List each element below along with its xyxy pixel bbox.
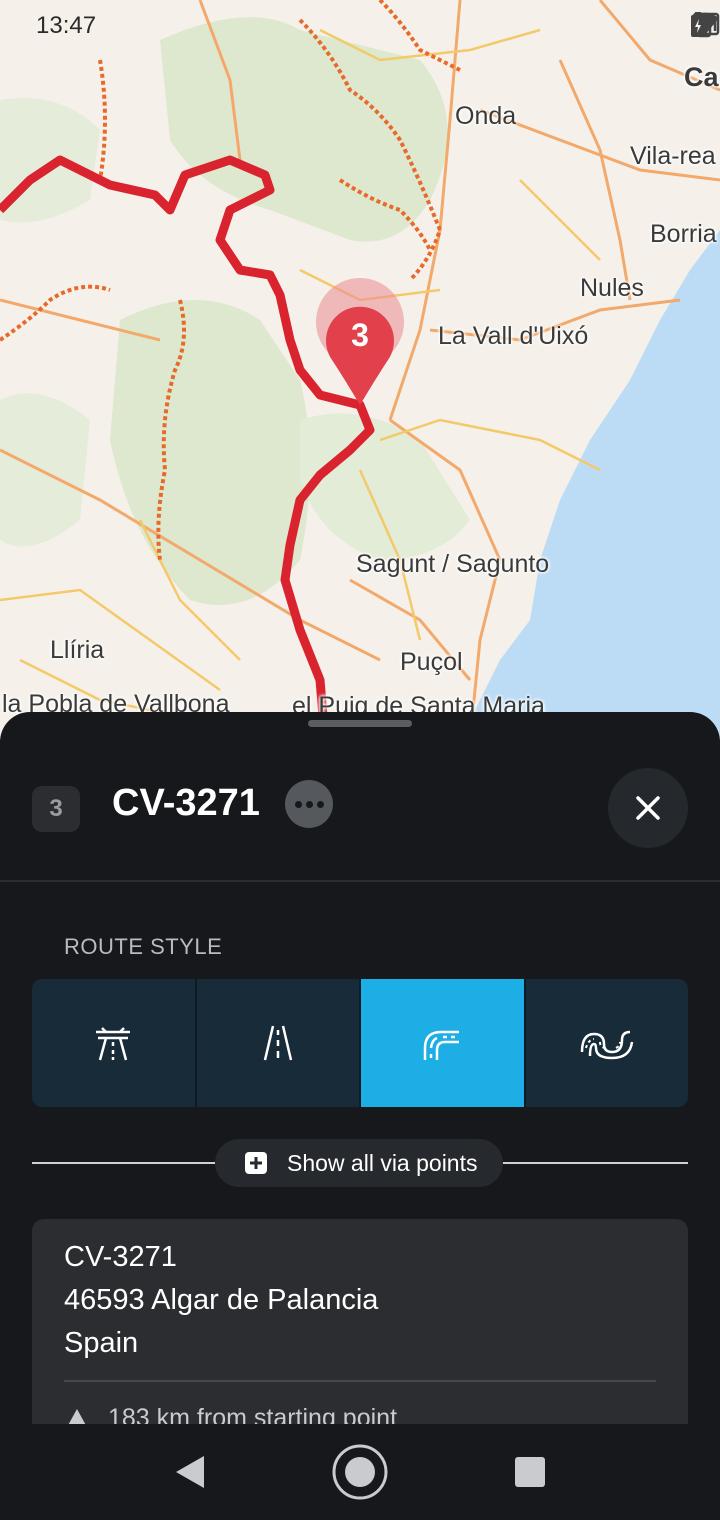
via-divider-right (500, 1162, 688, 1164)
sheet-drag-handle[interactable] (308, 720, 412, 727)
forest-area (110, 300, 310, 605)
more-options-button[interactable] (285, 780, 333, 828)
route-style-curvy[interactable] (361, 979, 526, 1107)
close-button[interactable] (608, 768, 688, 848)
via-divider-left (32, 1162, 218, 1164)
route-style-selector (32, 979, 688, 1107)
dot (316, 800, 324, 808)
status-time: 13:47 (36, 12, 97, 39)
header-divider (0, 880, 720, 882)
address-country: Spain (64, 1327, 139, 1359)
dot (305, 800, 313, 808)
show-via-points-label: Show all via points (287, 1149, 478, 1176)
route-style-highway[interactable] (32, 979, 197, 1107)
highway-icon (96, 1027, 131, 1061)
map-label-la-vall-duixo: La Vall d'Uixó (438, 322, 589, 350)
waypoint-marker[interactable]: 3 (316, 278, 404, 405)
recents-icon[interactable] (514, 1456, 546, 1488)
route-style-road[interactable] (196, 979, 361, 1107)
battery-icon (691, 12, 705, 37)
sea-area (460, 230, 720, 740)
dot (294, 800, 302, 808)
address-street: CV-3271 (64, 1241, 177, 1273)
winding-road-icon (580, 1030, 633, 1060)
system-nav-bar (0, 1424, 720, 1520)
close-icon (636, 796, 660, 820)
map-label-nules: Nules (580, 274, 644, 302)
address-city: 46593 Algar de Palancia (64, 1284, 379, 1316)
route-style-label: ROUTE STYLE (64, 934, 223, 959)
map-view[interactable]: 3 Onda Vila-rea Borria Nules La Vall d'U… (0, 0, 720, 740)
map-label-pucol: Puçol (400, 648, 463, 676)
map-label-lliria: Llíria (50, 636, 105, 664)
road-icon (263, 1025, 292, 1061)
home-icon[interactable] (331, 1443, 389, 1501)
marker-number: 3 (351, 317, 369, 353)
waypoint-title: CV-3271 (112, 782, 260, 824)
map-label-onda: Onda (455, 102, 517, 130)
forest-area (0, 98, 100, 223)
status-bar: 13:47 (0, 0, 720, 52)
forest-area (300, 413, 470, 560)
map-label-vila-real: Vila-rea (630, 142, 716, 170)
address-divider (64, 1380, 656, 1382)
map-label-sagunto: Sagunt / Sagunto (356, 550, 550, 578)
map-label-borriana: Borria (650, 220, 717, 248)
waypoint-sheet: 3 CV-3271 ROUTE STYLE Show all via point… (0, 712, 720, 1520)
waypoint-number-badge: 3 (32, 786, 80, 832)
show-via-points-button[interactable]: Show all via points (215, 1139, 503, 1187)
curvy-road-icon (424, 1030, 460, 1060)
add-square-icon (245, 1152, 267, 1174)
map-label-castello: Ca (684, 62, 719, 92)
route-style-extra-curvy[interactable] (525, 979, 688, 1107)
map-canvas[interactable]: 3 (0, 0, 720, 740)
back-icon[interactable] (172, 1454, 206, 1490)
forest-area (0, 393, 90, 547)
